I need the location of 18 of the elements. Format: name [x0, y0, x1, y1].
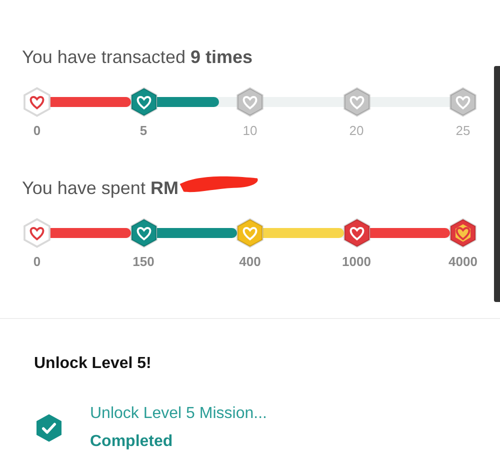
tracker-title: You have spent RM [22, 176, 178, 200]
milestone-label: 25 [456, 122, 470, 140]
milestone-label: 0 [33, 122, 41, 140]
heart-badge-icon [22, 87, 52, 117]
milestone-label: 1000 [342, 252, 371, 270]
milestone-label: 5 [140, 122, 148, 140]
milestone-label: 400 [239, 252, 261, 270]
milestone-label: 10 [242, 122, 258, 140]
milestone-label: 20 [349, 122, 364, 140]
section-title: Unlock Level 5! [34, 354, 152, 374]
milestone-label: 4000 [448, 252, 478, 270]
mission-name: Unlock Level 5 Mission... [90, 404, 267, 424]
milestone-label: 0 [33, 252, 41, 270]
tracker-title: You have transacted 9 times [22, 46, 253, 69]
milestone-label: 150 [132, 252, 154, 270]
scrollbar[interactable] [494, 66, 500, 302]
mission-status: Completed [90, 432, 174, 452]
heart-badge-icon [22, 218, 52, 248]
